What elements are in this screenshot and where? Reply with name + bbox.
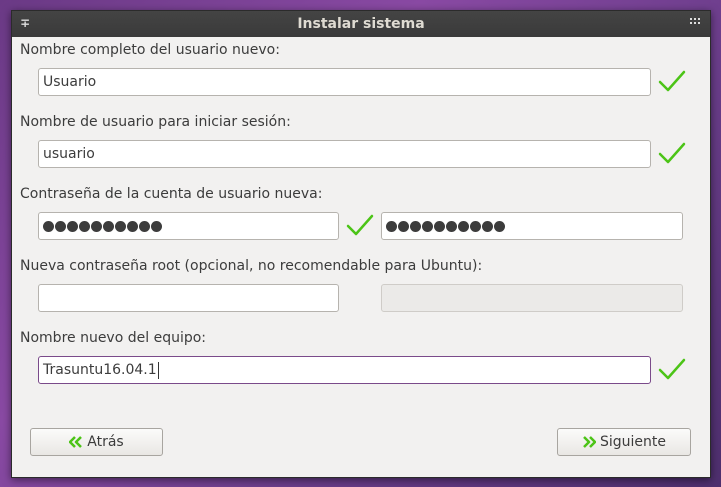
password-dot <box>139 221 150 232</box>
hostname-valid-check-icon <box>658 358 686 380</box>
root-password-confirm-input <box>381 284 683 312</box>
text-cursor <box>157 361 159 379</box>
password-dot <box>55 221 66 232</box>
password-dot <box>470 221 481 232</box>
username-input[interactable]: usuario <box>38 140 651 168</box>
password-dot <box>494 221 505 232</box>
window-title: Instalar sistema <box>297 16 425 32</box>
root-password-input[interactable] <box>38 284 339 312</box>
password-dot <box>446 221 457 232</box>
password-dot <box>103 221 114 232</box>
username-label: Nombre de usuario para iniciar sesión: <box>20 114 291 130</box>
password-valid-check-icon <box>346 214 374 236</box>
password-dot <box>434 221 445 232</box>
hostname-value: Trasuntu16.04.1 <box>43 362 157 378</box>
installer-window: ∓ Instalar sistema Nombre completo del u… <box>11 10 711 478</box>
root-password-label: Nueva contraseña root (opcional, no reco… <box>20 258 483 274</box>
password-dot <box>151 221 162 232</box>
password-dot <box>410 221 421 232</box>
password-dot <box>422 221 433 232</box>
password-input[interactable] <box>38 212 339 240</box>
password-dot <box>482 221 493 232</box>
back-button[interactable]: Atrás <box>30 428 163 456</box>
double-chevron-left-icon <box>69 436 83 448</box>
username-valid-check-icon <box>658 142 686 164</box>
password-dot <box>91 221 102 232</box>
password-dot <box>67 221 78 232</box>
password-dot <box>458 221 469 232</box>
password-dot <box>43 221 54 232</box>
hostname-label: Nombre nuevo del equipo: <box>20 330 207 346</box>
fullname-valid-check-icon <box>658 70 686 92</box>
back-button-label: Atrás <box>87 434 124 450</box>
fullname-input[interactable]: Usuario <box>38 68 651 96</box>
window-menu-icon[interactable]: ∓ <box>18 16 32 30</box>
hostname-input[interactable]: Trasuntu16.04.1 <box>38 356 651 384</box>
password-confirm-input[interactable] <box>381 212 683 240</box>
next-button[interactable]: Siguiente <box>557 428 691 456</box>
password-dot <box>398 221 409 232</box>
password-dot <box>386 221 397 232</box>
password-dot <box>79 221 90 232</box>
fullname-label: Nombre completo del usuario nuevo: <box>20 42 280 58</box>
password-dot <box>127 221 138 232</box>
next-button-label: Siguiente <box>599 434 666 450</box>
password-dot <box>115 221 126 232</box>
double-chevron-right-icon <box>583 436 596 448</box>
password-label: Contraseña de la cuenta de usuario nueva… <box>20 186 323 202</box>
title-bar: ∓ Instalar sistema <box>12 11 710 37</box>
window-grip-icon[interactable] <box>690 18 702 28</box>
